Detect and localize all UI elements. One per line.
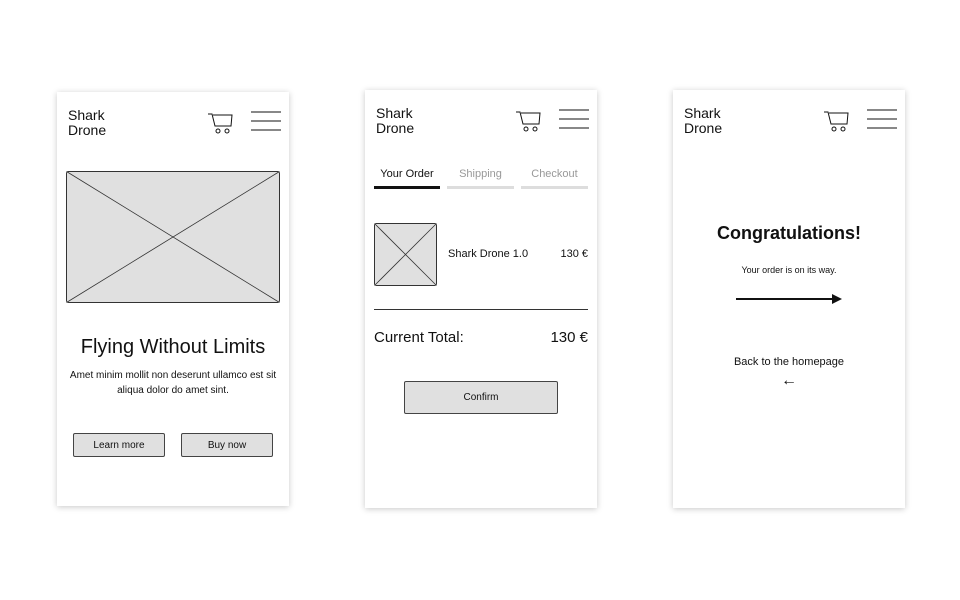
back-arrow-icon[interactable]: ← <box>673 372 905 390</box>
order-item-price: 130 € <box>560 248 588 260</box>
order-divider <box>374 309 588 310</box>
hero-image-placeholder <box>66 171 280 303</box>
brand-logo[interactable]: Shark Drone <box>68 108 106 138</box>
back-to-homepage-link[interactable]: Back to the homepage <box>673 356 905 368</box>
congratulations-title: Congratulations! <box>717 223 861 243</box>
tab-shipping[interactable]: Shipping <box>447 168 514 180</box>
tab-checkout[interactable]: Checkout <box>521 168 588 180</box>
order-item-name: Shark Drone 1.0 <box>448 248 529 260</box>
tab-your-order[interactable]: Your Order <box>374 168 440 180</box>
total-label: Current Total: <box>374 329 464 346</box>
total-value: 130 € <box>550 329 588 346</box>
hamburger-menu-icon[interactable] <box>558 108 590 130</box>
cart-icon[interactable] <box>515 108 543 134</box>
tab-your-order-indicator <box>374 186 440 189</box>
learn-more-button[interactable]: Learn more <box>73 433 165 457</box>
buy-now-button[interactable]: Buy now <box>181 433 273 457</box>
order-status-text: Your order is on its way. <box>741 265 837 275</box>
order-screen: Shark Drone Your Order Shipping Checkout… <box>365 90 597 508</box>
hero-subtitle: Amet minim mollit non deserunt ullamco e… <box>69 370 277 396</box>
confirm-button[interactable]: Confirm <box>404 381 558 414</box>
confirmation-screen: Shark Drone Congratulations! Your order … <box>673 90 905 508</box>
hero-title: Flying Without Limits <box>80 336 266 358</box>
right-arrow-icon <box>736 294 842 304</box>
cart-icon[interactable] <box>823 108 851 134</box>
hamburger-menu-icon[interactable] <box>250 110 282 132</box>
home-screen: Shark Drone Flying Without Limits Amet m… <box>57 92 289 506</box>
brand-logo[interactable]: Shark Drone <box>376 106 414 136</box>
tab-shipping-indicator <box>447 186 514 189</box>
product-image-placeholder <box>374 223 437 286</box>
tab-checkout-indicator <box>521 186 588 189</box>
cart-icon[interactable] <box>207 110 235 136</box>
hamburger-menu-icon[interactable] <box>866 108 898 130</box>
brand-logo[interactable]: Shark Drone <box>684 106 722 136</box>
